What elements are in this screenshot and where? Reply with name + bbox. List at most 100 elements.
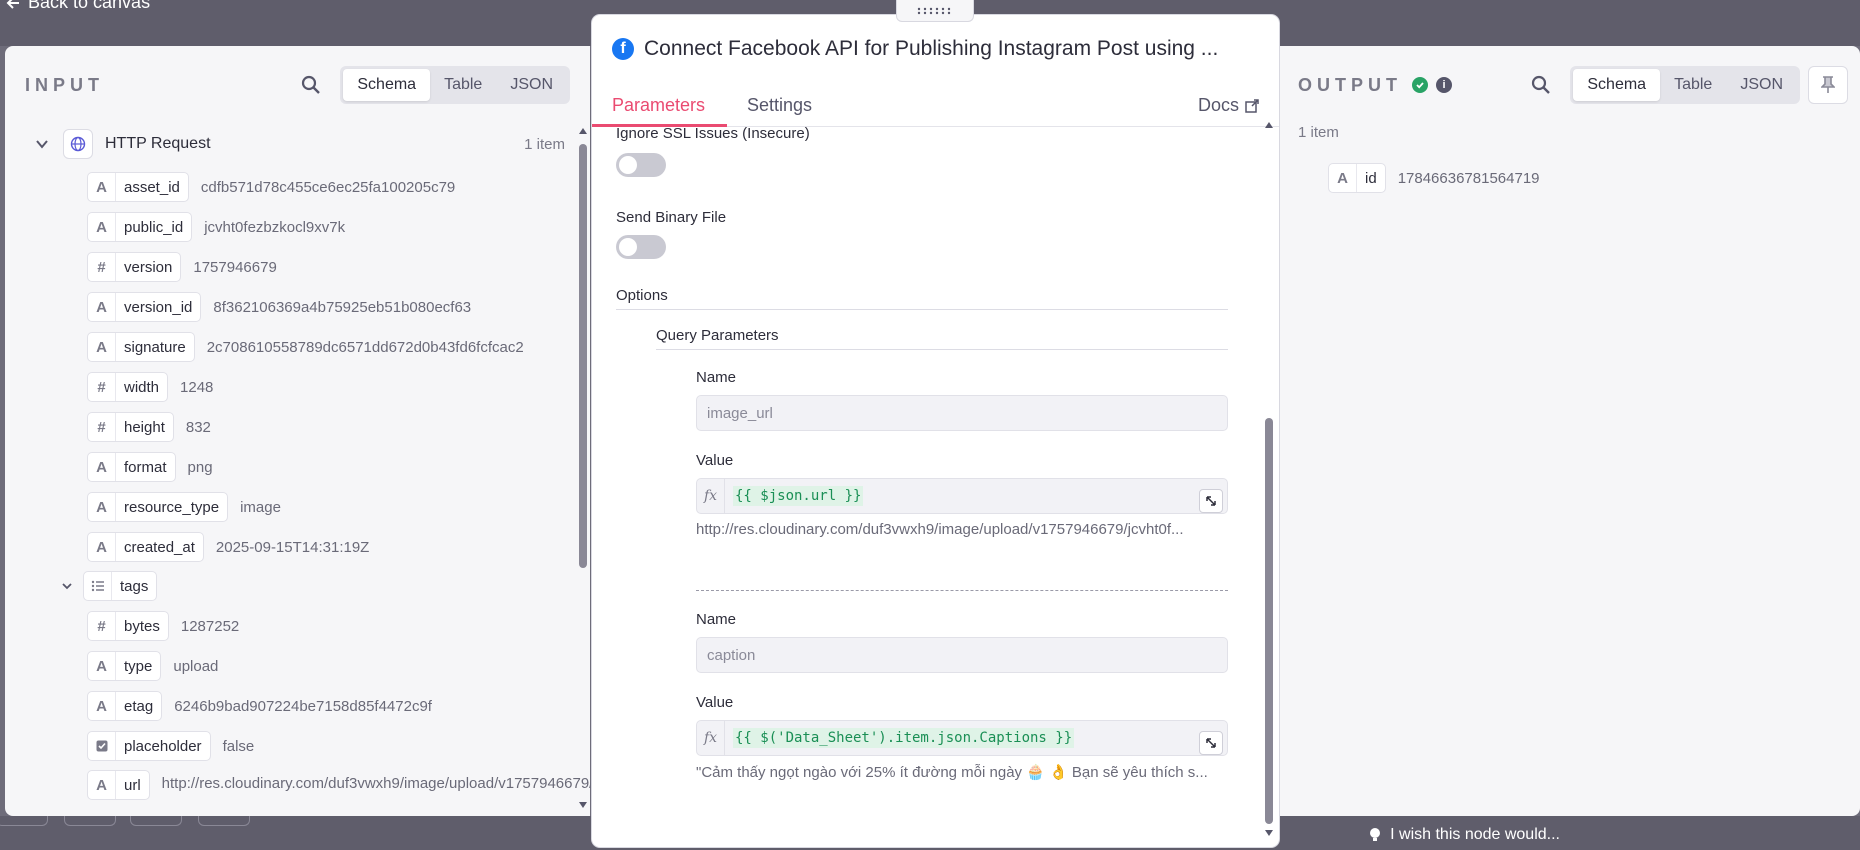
success-check-icon — [1412, 77, 1428, 93]
schema-field[interactable]: # height 832 — [87, 411, 211, 443]
chevron-down-icon[interactable] — [35, 137, 49, 151]
input-node-name: HTTP Request — [105, 135, 211, 152]
input-view-schema[interactable]: Schema — [343, 69, 431, 101]
output-panel: OUTPUT i Schema Table JSON Aid 178466367… — [1278, 46, 1860, 816]
node-parameters-modal: f Connect Facebook API for Publishing In… — [592, 15, 1279, 847]
input-node-row[interactable]: HTTP Request 1 item — [35, 127, 565, 161]
output-view-schema[interactable]: Schema — [1573, 69, 1661, 101]
param-name-input[interactable]: image_url — [696, 395, 1228, 431]
field-value: image — [240, 498, 281, 516]
field-value: false — [222, 737, 255, 755]
options-divider — [616, 309, 1228, 310]
schema-field[interactable]: # width 1248 — [87, 371, 213, 403]
output-search-button[interactable] — [1526, 70, 1556, 100]
expression-code: {{ $json.url }} — [733, 486, 864, 506]
output-title: OUTPUT — [1298, 74, 1402, 95]
param-value-label: Value — [696, 452, 734, 469]
modal-title[interactable]: Connect Facebook API for Publishing Inst… — [644, 37, 1218, 61]
schema-field[interactable]: # version 1757946679 — [87, 251, 277, 283]
schema-field[interactable]: Aurl http://res.cloudinary.com/duf3vwxh9… — [87, 770, 763, 810]
output-schema-field[interactable]: Aid 17846636781564719 — [1328, 162, 1540, 194]
field-key: public_id — [124, 218, 184, 236]
expand-icon — [1206, 738, 1216, 748]
input-search-button[interactable] — [296, 70, 326, 100]
field-key: version — [124, 258, 173, 276]
parameters-scrollbar[interactable] — [1262, 118, 1276, 840]
param-value-label: Value — [696, 694, 734, 711]
info-icon[interactable]: i — [1436, 77, 1452, 93]
lightbulb-icon — [1370, 828, 1381, 841]
schema-field[interactable]: Aformat png — [87, 451, 213, 483]
string-type-icon: A — [88, 692, 116, 720]
input-scrollbar[interactable] — [576, 126, 590, 812]
expression-preview: "Cảm thấy ngọt ngào với 25% ít đường mỗi… — [696, 764, 1208, 781]
schema-field[interactable]: # bytes 1287252 — [87, 610, 239, 642]
param-value-expression[interactable]: fx {{ $json.url }} — [696, 478, 1228, 514]
expand-editor-button[interactable] — [1199, 731, 1223, 755]
expand-icon — [1206, 496, 1216, 506]
schema-field[interactable]: Atype upload — [87, 650, 218, 682]
schema-field[interactable]: Acreated_at 2025-09-15T14:31:19Z — [87, 531, 369, 563]
pin-output-button[interactable] — [1808, 66, 1848, 104]
globe-icon — [63, 129, 93, 159]
drag-handle-icon — [917, 7, 951, 14]
drag-handle[interactable] — [896, 0, 974, 22]
field-key: created_at — [124, 538, 195, 556]
field-value: 17846636781564719 — [1397, 169, 1540, 187]
schema-field[interactable]: placeholder false — [87, 730, 254, 762]
input-view-table[interactable]: Table — [430, 69, 496, 101]
string-type-icon: A — [88, 533, 116, 561]
schema-field-tags[interactable]: tags — [61, 570, 158, 602]
field-key: id — [1365, 169, 1377, 187]
feedback-hint-label: I wish this node would... — [1390, 826, 1560, 843]
checkbox-type-icon — [88, 732, 116, 760]
string-type-icon: A — [88, 173, 116, 201]
output-item-count: 1 item — [1298, 124, 1339, 141]
docs-link[interactable]: Docs — [1198, 95, 1259, 116]
schema-field[interactable]: Aresource_type image — [87, 491, 281, 523]
field-key: url — [124, 776, 141, 794]
field-value: upload — [173, 657, 219, 675]
input-title: INPUT — [25, 74, 104, 95]
string-type-icon: A — [88, 652, 116, 680]
output-view-table[interactable]: Table — [1660, 69, 1726, 101]
string-type-icon: A — [1329, 164, 1357, 192]
field-key: resource_type — [124, 498, 220, 516]
back-to-canvas-link[interactable]: Back to canvas — [6, 0, 150, 13]
chevron-down-icon[interactable] — [61, 580, 73, 592]
modal-tabs: Parameters Settings Docs — [592, 81, 1279, 127]
output-view-json[interactable]: JSON — [1726, 69, 1797, 101]
external-link-icon — [1245, 98, 1259, 113]
tab-parameters[interactable]: Parameters — [612, 95, 705, 116]
param-name-input[interactable]: caption — [696, 637, 1228, 673]
tab-settings[interactable]: Settings — [747, 95, 812, 116]
field-value: 1248 — [180, 378, 214, 396]
input-node-count: 1 item — [524, 135, 565, 153]
field-key: format — [124, 458, 167, 476]
param-name-value: image_url — [707, 404, 773, 422]
schema-field[interactable]: Aversion_id 8f362106369a4b75925eb51b080e… — [87, 291, 471, 323]
number-type-icon: # — [88, 373, 116, 401]
field-key: type — [124, 657, 153, 675]
field-key: placeholder — [124, 737, 202, 755]
field-value: png — [187, 458, 213, 476]
string-type-icon: A — [88, 333, 116, 361]
field-value: jcvht0fezbzkocl9xv7k — [204, 218, 346, 236]
field-value: 2025-09-15T14:31:19Z — [215, 538, 370, 556]
string-type-icon: A — [88, 293, 116, 321]
ignore-ssl-toggle[interactable] — [616, 153, 666, 177]
expand-editor-button[interactable] — [1199, 489, 1223, 513]
schema-field[interactable]: Asignature 2c708610558789dc6571dd672d0b4… — [87, 331, 524, 363]
schema-field[interactable]: Aetag 6246b9bad907224be7158d85f4472c9f — [87, 690, 432, 722]
field-value: 2c708610558789dc6571dd672d0b43fd6fcfcac2 — [206, 338, 524, 356]
send-binary-toggle[interactable] — [616, 235, 666, 259]
schema-field[interactable]: Apublic_id jcvht0fezbzkocl9xv7k — [87, 211, 345, 243]
schema-field[interactable]: Aasset_id cdfb571d78c455ce6ec25fa100205c… — [87, 171, 455, 203]
fx-icon: fx — [697, 479, 725, 513]
input-view-json[interactable]: JSON — [496, 69, 567, 101]
param-value-expression[interactable]: fx {{ $('Data_Sheet').item.json.Captions… — [696, 720, 1228, 756]
field-key: etag — [124, 697, 154, 715]
number-type-icon: # — [88, 253, 116, 281]
fx-icon: fx — [697, 721, 725, 755]
feedback-hint[interactable]: I wish this node would... — [1368, 826, 1560, 844]
